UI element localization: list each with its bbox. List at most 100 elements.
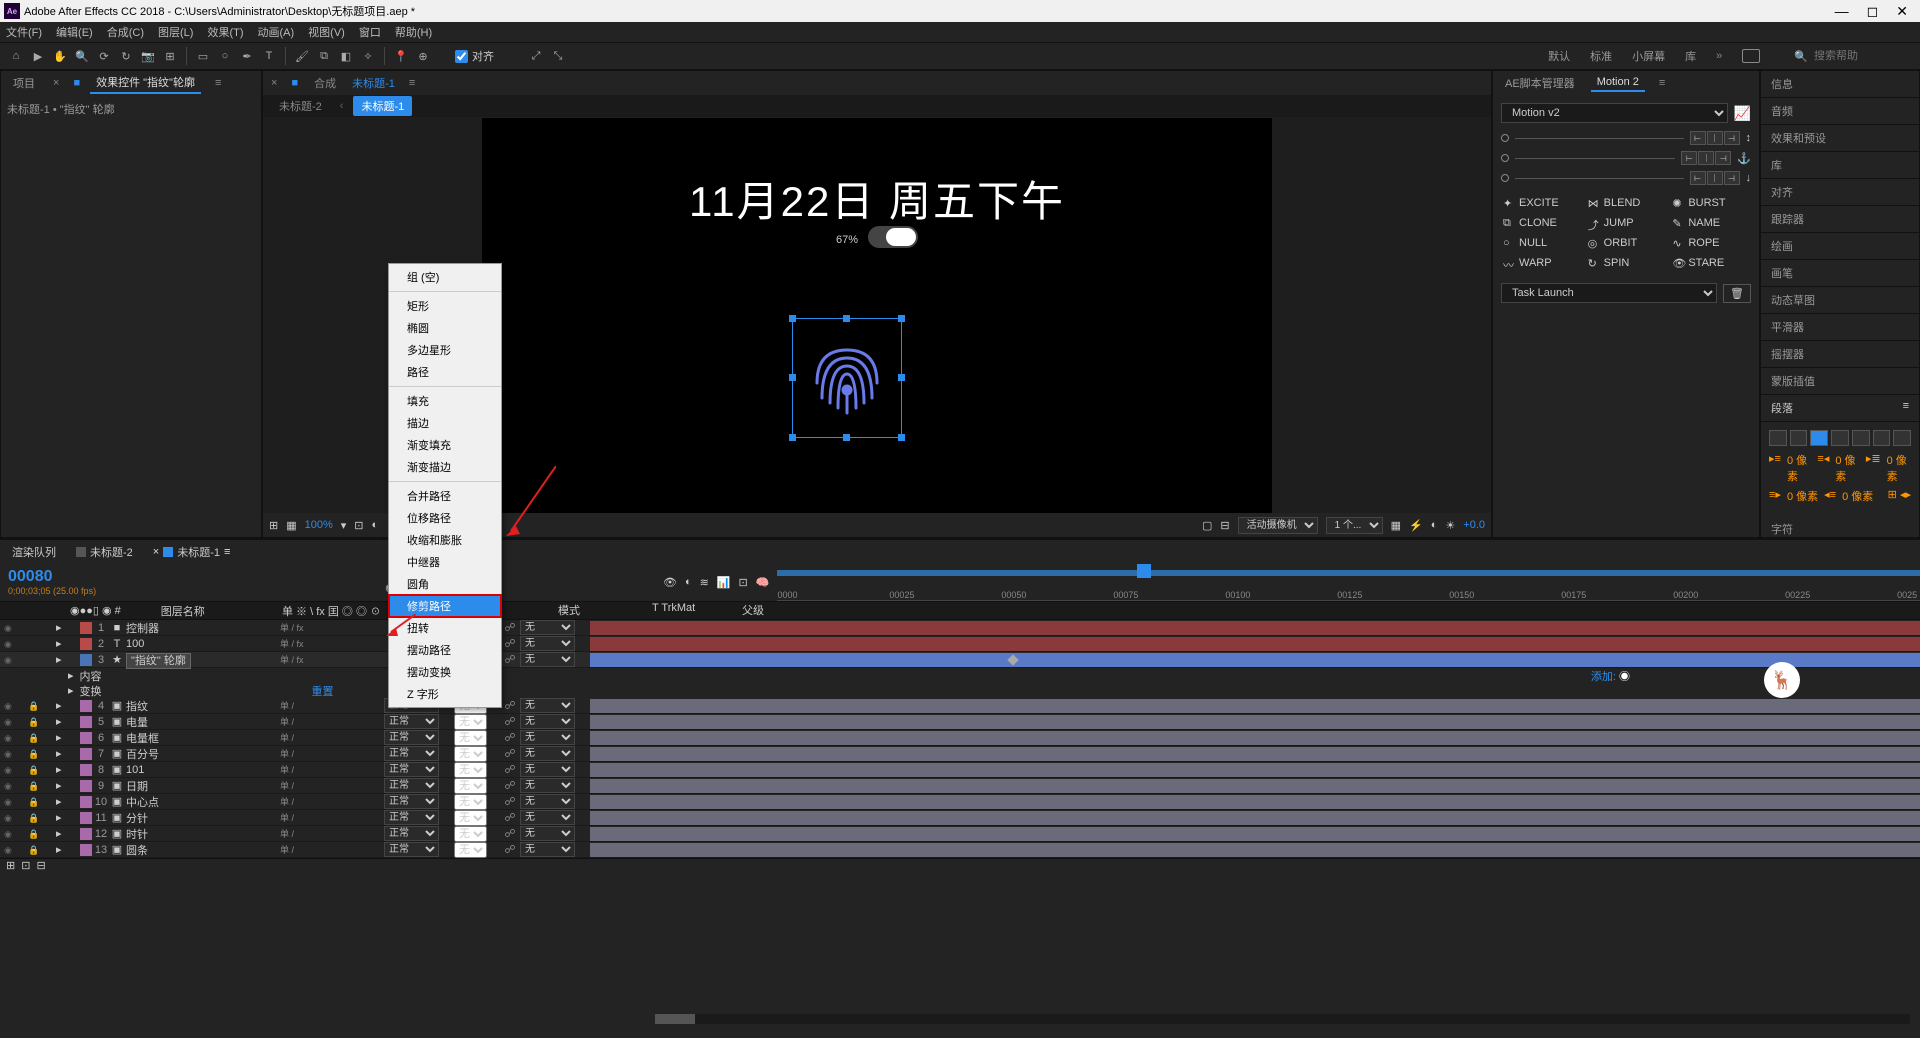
ctx-gradient-fill[interactable]: 渐变填充 — [389, 434, 501, 456]
layer-row-5[interactable]: ◉🔒▸5▣电量单 /正常无☍无 — [0, 714, 1920, 730]
tab-close-icon[interactable]: × — [53, 77, 59, 89]
layer-row-6[interactable]: ◉🔒▸6▣电量框单 /正常无☍无 — [0, 730, 1920, 746]
align-left-button[interactable] — [1769, 430, 1787, 446]
graph-icon[interactable]: 📊 — [717, 576, 731, 589]
views-select[interactable]: 1 个... — [1326, 517, 1383, 534]
col-layer-name[interactable]: 图层名称 — [161, 603, 205, 619]
motion-preset-select[interactable]: Motion v2 — [1501, 103, 1728, 123]
tab-motion2[interactable]: Motion 2 — [1591, 74, 1645, 92]
align-right-button[interactable] — [1810, 430, 1828, 446]
toggle-switches-icon[interactable]: ⊞ — [6, 859, 15, 872]
panel-3[interactable]: 库 — [1761, 152, 1919, 179]
motion-tool-stare[interactable]: 👁STARE — [1670, 255, 1751, 271]
camera-tool[interactable]: 📷 — [138, 46, 158, 66]
layer-row-12[interactable]: ◉🔒▸12▣时针单 /正常无☍无 — [0, 826, 1920, 842]
justify-center-button[interactable] — [1852, 430, 1870, 446]
work-area-bar[interactable] — [777, 570, 1920, 576]
ctx-path[interactable]: 路径 — [389, 361, 501, 383]
tab-comp-1[interactable]: × 未标题-1 ≡ — [149, 542, 235, 562]
tab-comp-2[interactable]: 未标题-2 — [72, 542, 137, 562]
layer-row-3[interactable]: ◉▸3★"指纹" 轮廓单 / fx无☍无 — [0, 652, 1920, 668]
panel-menu-icon[interactable]: ≡ — [215, 77, 221, 89]
ctx-rectangle[interactable]: 矩形 — [389, 295, 501, 317]
frame-blend-icon[interactable]: ◐ — [685, 576, 692, 589]
motion-tool-clone[interactable]: ⧉CLONE — [1501, 215, 1582, 231]
handle-tl[interactable] — [789, 315, 796, 322]
handle-bl[interactable] — [789, 434, 796, 441]
shutter-icon[interactable]: ◐ — [372, 519, 379, 531]
chevron-down-icon[interactable]: ▾ — [341, 519, 347, 532]
handle-mr[interactable] — [898, 374, 905, 381]
snap-toggle[interactable]: 对齐 — [455, 48, 494, 64]
workspace-standard[interactable]: 标准 — [1590, 48, 1612, 64]
motion-tool-name[interactable]: ✎NAME — [1670, 215, 1751, 231]
motion-tool-rope[interactable]: ∿ROPE — [1670, 235, 1751, 251]
search-input[interactable] — [1814, 50, 1914, 62]
slider-1[interactable]: ⊢｜⊣↕ — [1501, 131, 1751, 145]
magnify-icon[interactable]: ⊞ — [269, 519, 278, 532]
menu-window[interactable]: 窗口 — [359, 24, 381, 40]
comp-tab-1[interactable]: 未标题-1 — [353, 96, 412, 116]
home-tool[interactable]: ⌂ — [6, 46, 26, 66]
menu-edit[interactable]: 编辑(E) — [56, 24, 93, 40]
current-time[interactable]: 00080 — [8, 568, 377, 586]
ctx-wiggle-transform[interactable]: 摆动变换 — [389, 661, 501, 683]
tab-script-manager[interactable]: AE脚本管理器 — [1499, 73, 1581, 93]
sublayer-contents[interactable]: ▸内容添加: ◉ — [0, 668, 1920, 683]
workspace-library[interactable]: 库 — [1685, 48, 1696, 64]
menu-composition[interactable]: 合成(C) — [107, 24, 144, 40]
ctx-ellipse[interactable]: 椭圆 — [389, 317, 501, 339]
brush-tool[interactable]: 🖌 — [292, 46, 312, 66]
panel-2[interactable]: 效果和预设 — [1761, 125, 1919, 152]
brain-icon[interactable]: 🧠 — [756, 576, 770, 589]
resolution-icon[interactable]: ⊡ — [354, 519, 363, 532]
ctx-group[interactable]: 组 (空) — [389, 266, 501, 288]
panel-paragraph[interactable]: 段落 — [1771, 400, 1793, 416]
workspace-default[interactable]: 默认 — [1548, 48, 1570, 64]
orbit-tool[interactable]: ⟳ — [94, 46, 114, 66]
puppet-tool[interactable]: 📍 — [391, 46, 411, 66]
timeline-scrollbar[interactable] — [655, 1014, 1910, 1024]
layer-row-11[interactable]: ◉🔒▸11▣分针单 /正常无☍无 — [0, 810, 1920, 826]
panel-menu-icon[interactable]: ≡ — [1659, 77, 1665, 89]
layer-row-4[interactable]: ◉🔒▸4▣指纹单 /正常无☍无 — [0, 698, 1920, 714]
roto-tool[interactable]: ✧ — [358, 46, 378, 66]
adjust-icon[interactable]: ◐ — [1431, 519, 1438, 531]
ctx-fill[interactable]: 填充 — [389, 390, 501, 412]
motion-tool-jump[interactable]: ⤴JUMP — [1586, 215, 1667, 231]
layer-row-10[interactable]: ◉🔒▸10▣中心点单 /正常无☍无 — [0, 794, 1920, 810]
motion-tool-blend[interactable]: ⋈BLEND — [1586, 195, 1667, 211]
workspace-more[interactable]: » — [1716, 50, 1722, 62]
justify-left-button[interactable] — [1831, 430, 1849, 446]
handle-br[interactable] — [898, 434, 905, 441]
panel-menu-icon[interactable]: ≡ — [1903, 400, 1909, 416]
local-tool[interactable]: ⊕ — [413, 46, 433, 66]
trash-icon[interactable]: 🗑 — [1723, 284, 1751, 303]
motion-tool-null[interactable]: ○NULL — [1501, 235, 1582, 251]
handle-tr[interactable] — [898, 315, 905, 322]
ctx-zigzag[interactable]: Z 字形 — [389, 683, 501, 705]
ctx-wiggle-paths[interactable]: 摆动路径 — [389, 639, 501, 661]
slider-3[interactable]: ⊢｜⊣↓ — [1501, 171, 1751, 185]
handle-bm[interactable] — [843, 434, 850, 441]
playhead[interactable] — [1137, 564, 1151, 578]
collapse-icon[interactable]: ⤡ — [548, 46, 568, 66]
ctx-gradient-stroke[interactable]: 渐变描边 — [389, 456, 501, 478]
handle-ml[interactable] — [789, 374, 796, 381]
menu-effect[interactable]: 效果(T) — [207, 24, 243, 40]
panel-6[interactable]: 绘画 — [1761, 233, 1919, 260]
motion-tool-spin[interactable]: ↻SPIN — [1586, 255, 1667, 271]
rotation-tool[interactable]: ↻ — [116, 46, 136, 66]
panel-5[interactable]: 跟踪器 — [1761, 206, 1919, 233]
tab-close-icon[interactable]: × — [271, 77, 277, 89]
handle-tm[interactable] — [843, 315, 850, 322]
justify-right-button[interactable] — [1873, 430, 1891, 446]
layer-row-2[interactable]: ◉▸2T100单 / fx无☍无 — [0, 636, 1920, 652]
motion-tool-excite[interactable]: ✦EXCITE — [1501, 195, 1582, 211]
panel-4[interactable]: 对齐 — [1761, 179, 1919, 206]
mask-icon[interactable]: ▢ — [1202, 519, 1212, 532]
ctx-twist[interactable]: 扭转 — [389, 617, 501, 639]
ellipse-tool[interactable]: ○ — [215, 46, 235, 66]
pan-behind-tool[interactable]: ⊞ — [160, 46, 180, 66]
expand-icon[interactable]: ⤢ — [526, 46, 546, 66]
